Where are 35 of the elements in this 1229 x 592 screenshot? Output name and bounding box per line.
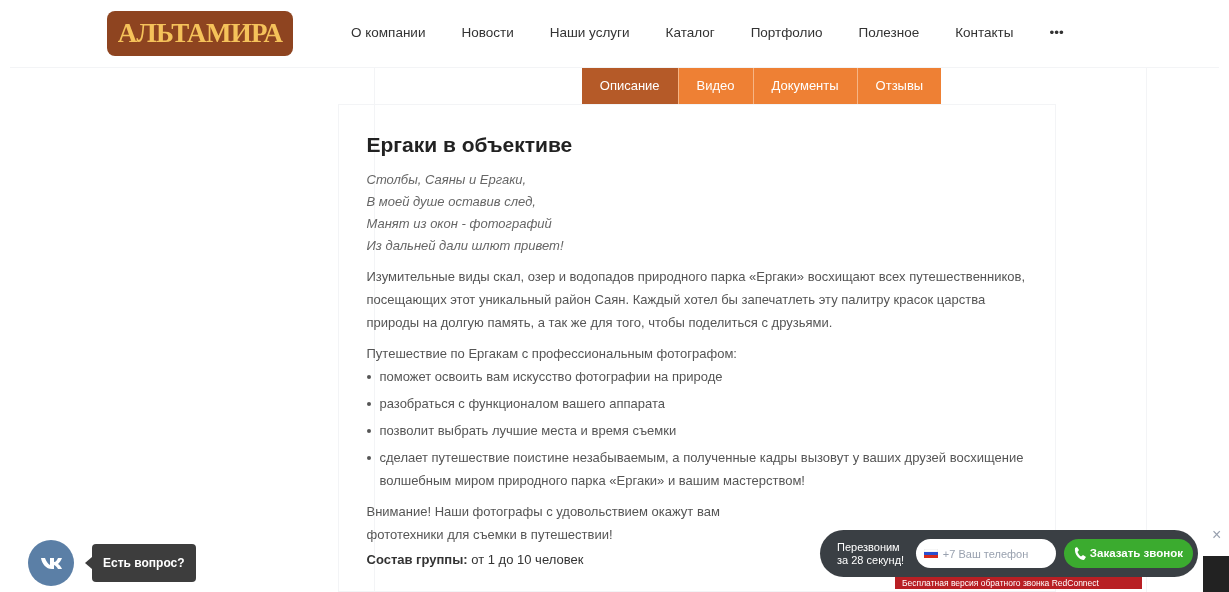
paragraph: Изумительные виды скал, озер и водопадов природного парка «Ергаки» восхищают всех путешественников, посещающих этот уникальный район Саян. Каждый хотел бы запечатлеть эту палитру красок царства природы на долгую память, а так же для того, чтобы поделиться с друзьями. xyxy=(366,267,1027,332)
bullet-icon xyxy=(366,455,371,460)
vk-button[interactable] xyxy=(28,540,74,586)
poem-line: Манят из окон - фотографий xyxy=(366,214,553,233)
callback-footer: Бесплатная версия обратного звонка RedConnect xyxy=(895,577,1142,589)
vk-icon xyxy=(40,556,62,570)
phone-field[interactable]: +7 Ваш телефон xyxy=(915,539,1056,568)
nav-link[interactable]: Новости xyxy=(461,23,514,44)
list-item: позволит выбрать лучшие места и время съемки xyxy=(379,421,677,440)
bullet-icon xyxy=(366,374,371,379)
nav-link[interactable]: Портфолио xyxy=(750,23,823,44)
nav-link[interactable]: Полезное xyxy=(858,23,920,44)
nav-link[interactable]: О компании xyxy=(351,23,426,44)
nav-link[interactable]: ••• xyxy=(1049,23,1064,44)
bullet-icon xyxy=(366,428,371,433)
nav-link[interactable]: Контакты xyxy=(955,23,1014,44)
poem-line: В моей душе оставив след, xyxy=(366,192,537,211)
paragraph: Состав группы: от 1 до 10 человек xyxy=(366,550,584,569)
logo[interactable]: АЛЬТАМИРА xyxy=(107,11,293,56)
paragraph: Путешествие по Ергакам с профессиональным фотографом: xyxy=(366,344,738,363)
nav-link[interactable]: Каталог xyxy=(665,23,715,44)
list-item: разобраться с функционалом вашего аппарата xyxy=(379,394,665,413)
list-item: сделает путешествие поистине незабываемым, а полученные кадры вызовут у ваших друзей восхищение волшебным миром природного парка «Ергаки» и вашим мастерством! xyxy=(379,448,1025,490)
paragraph-line: Внимание! Наши фотографы с удовольствием окажут вам xyxy=(366,502,720,521)
nav-link[interactable]: Наши услуги xyxy=(549,23,630,44)
bullet-icon xyxy=(366,401,371,406)
phone-icon xyxy=(1073,546,1086,561)
poem-line: Из дальней дали шлют привет! xyxy=(366,236,565,255)
list-item: поможет освоить вам искусство фотографии на природе xyxy=(379,367,723,386)
poem-line: Столбы, Саяны и Ергаки, xyxy=(366,170,528,189)
article-title: Ергаки в объективе xyxy=(366,132,574,158)
callback-caption: Перезвоним за 28 секунд! xyxy=(837,540,906,567)
paragraph-line: фототехники для съемки в путешествии! xyxy=(366,525,613,544)
tab[interactable]: Описание xyxy=(581,68,678,104)
tooltip: Есть вопрос? xyxy=(92,544,196,582)
